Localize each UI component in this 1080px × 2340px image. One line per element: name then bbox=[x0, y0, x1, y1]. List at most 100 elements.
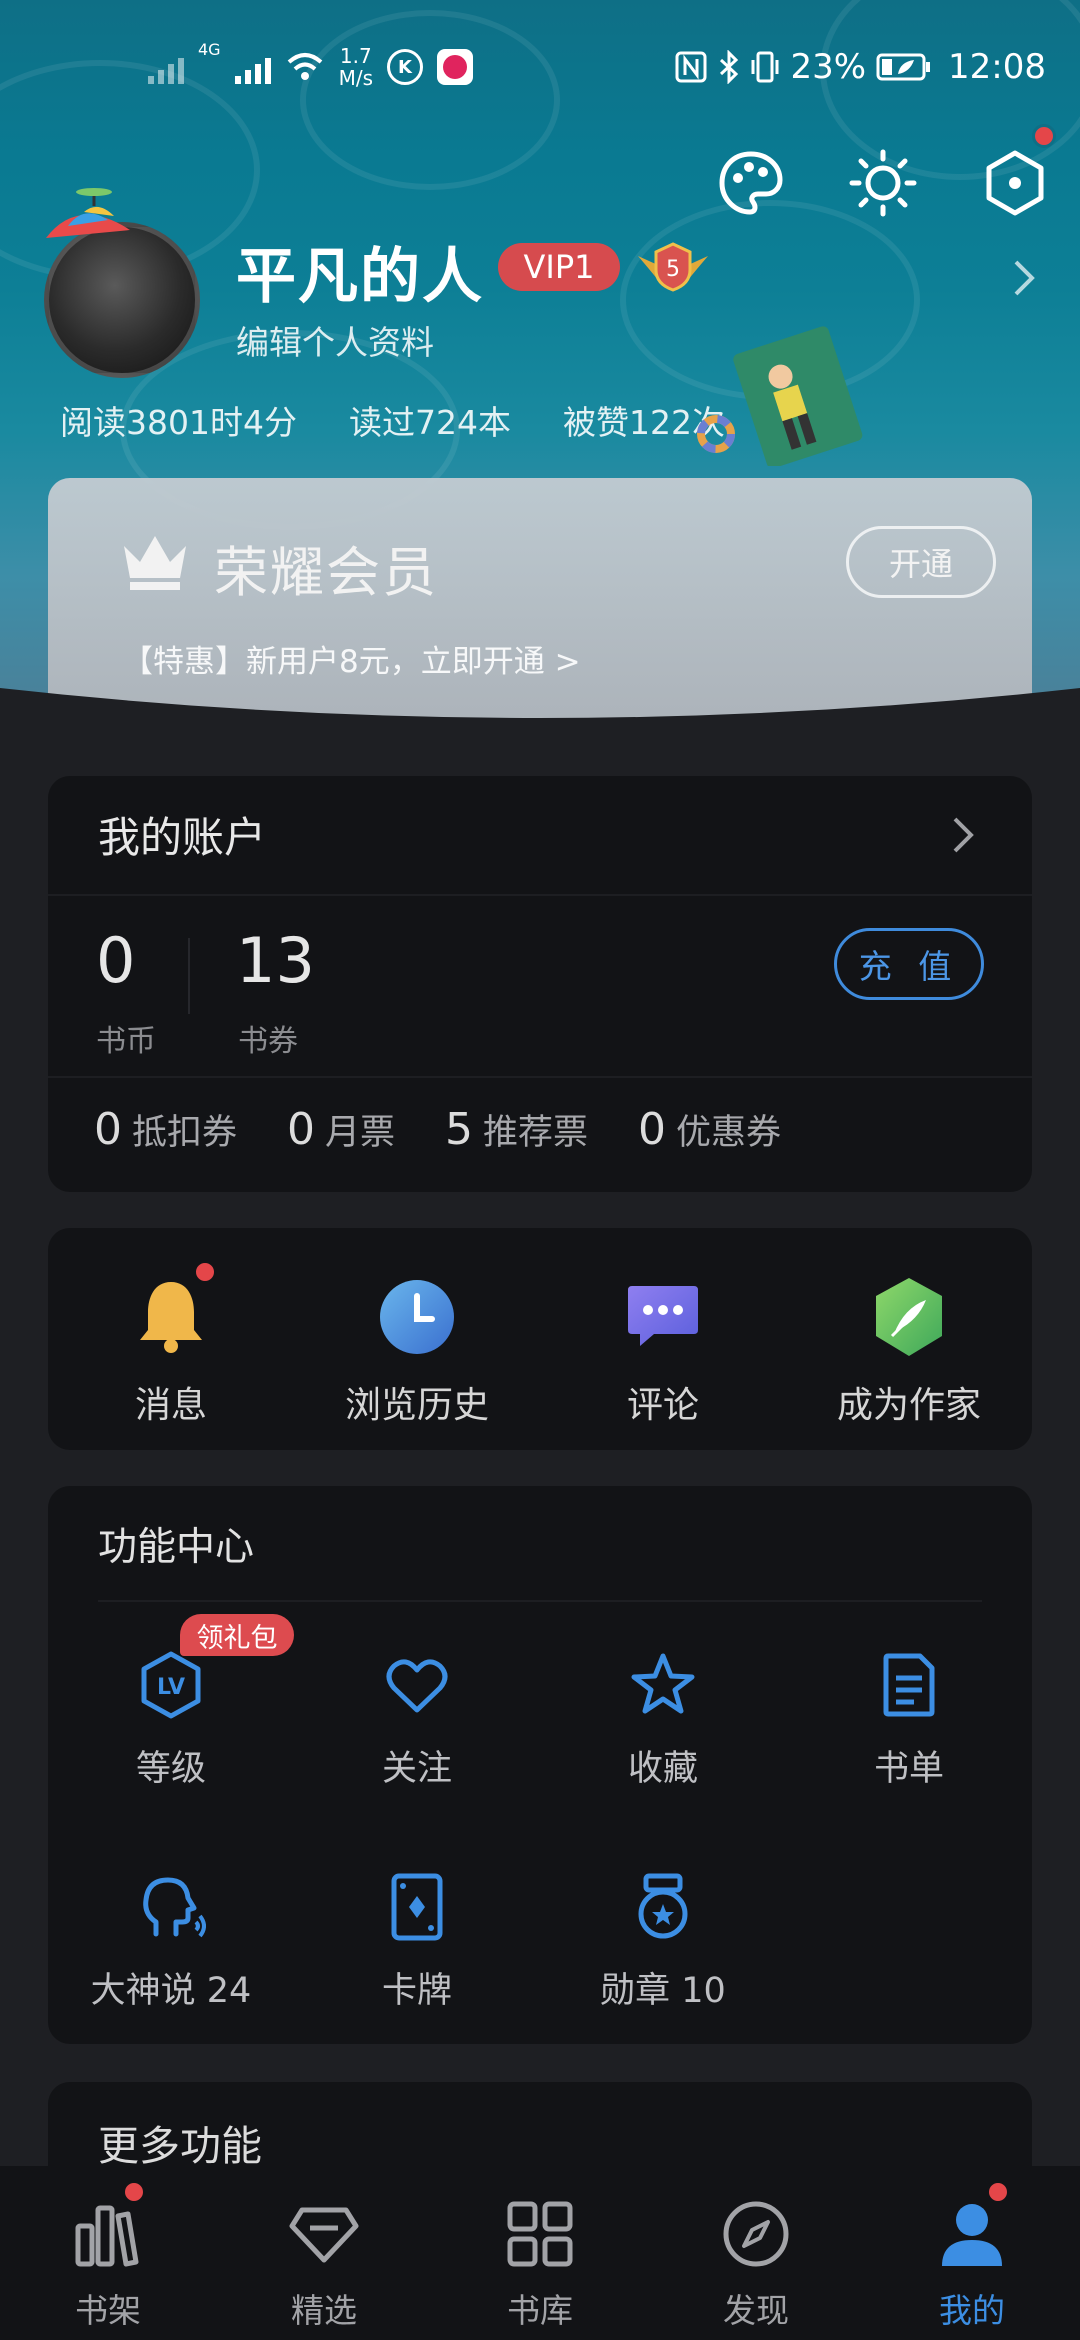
messages-notification-dot bbox=[193, 1260, 217, 1284]
favorites-button[interactable]: 收藏 bbox=[563, 1650, 763, 1791]
tab-featured[interactable]: 精选 bbox=[254, 2196, 394, 2332]
grid-icon bbox=[507, 2201, 573, 2267]
messages-label: 消息 bbox=[134, 1385, 207, 1426]
recommend-ticket-count[interactable]: 5 bbox=[445, 1104, 473, 1155]
book-coin-value[interactable]: 0 bbox=[96, 924, 135, 997]
settings-notification-dot bbox=[1032, 124, 1056, 148]
clock-time: 12:08 bbox=[948, 47, 1046, 87]
diamond-icon bbox=[289, 2207, 359, 2263]
tab-bookshelf-label: 书架 bbox=[75, 2291, 141, 2330]
vip-badge[interactable]: VIP1 bbox=[498, 243, 620, 291]
monthly-ticket-count[interactable]: 0 bbox=[287, 1104, 315, 1155]
cards-button[interactable]: 卡牌 bbox=[317, 1872, 517, 2013]
divider bbox=[48, 1076, 1032, 1078]
level-number: 5 bbox=[666, 257, 680, 282]
book-list-icon bbox=[883, 1653, 935, 1717]
become-writer-button[interactable]: 成为作家 bbox=[809, 1272, 1009, 1428]
star-icon bbox=[631, 1653, 695, 1714]
reading-time-stat: 阅读3801时4分 bbox=[60, 403, 297, 442]
favorites-label: 收藏 bbox=[627, 1749, 698, 1789]
network-type: 4G bbox=[198, 40, 221, 59]
level-icon: LV bbox=[141, 1651, 201, 1719]
level-shield-badge[interactable]: 5 bbox=[636, 240, 710, 294]
chat-bubble-icon bbox=[628, 1286, 698, 1346]
network-speed: 1.7 M/s bbox=[339, 45, 373, 89]
book-voucher-value[interactable]: 13 bbox=[236, 924, 315, 997]
book-list-button[interactable]: 书单 bbox=[809, 1650, 1009, 1791]
chevron-right-icon[interactable] bbox=[952, 816, 974, 854]
mine-notification-dot bbox=[986, 2180, 1010, 2204]
browse-history-label: 浏览历史 bbox=[344, 1385, 489, 1426]
bell-icon bbox=[140, 1282, 202, 1353]
medals-button[interactable]: 勋章 10 bbox=[563, 1872, 763, 2013]
bookshelf-notification-dot bbox=[122, 2180, 146, 2204]
chevron-right-icon[interactable] bbox=[1012, 258, 1036, 298]
follow-button[interactable]: 关注 bbox=[317, 1650, 517, 1791]
username[interactable]: 平凡的人 bbox=[236, 228, 484, 315]
quill-icon bbox=[876, 1278, 942, 1356]
tab-discover-label: 发现 bbox=[723, 2291, 789, 2330]
browse-history-button[interactable]: 浏览历史 bbox=[317, 1272, 517, 1428]
deduction-coupon-count[interactable]: 0 bbox=[94, 1104, 122, 1155]
ticket-summary: 0 抵扣券 0 月票 5 推荐票 0 优惠券 bbox=[94, 1104, 781, 1155]
gift-pack-badge[interactable]: 领礼包 bbox=[180, 1614, 294, 1656]
books-read-stat: 读过724本 bbox=[348, 403, 511, 442]
membership-promo-link[interactable]: 【特惠】新用户8元，立即开通 > bbox=[122, 636, 581, 681]
avatar-propeller-hat-decoration bbox=[46, 188, 130, 238]
become-writer-label: 成为作家 bbox=[836, 1385, 981, 1426]
book-coin-label: 书币 bbox=[96, 1024, 156, 1059]
comments-button[interactable]: 评论 bbox=[563, 1272, 763, 1428]
compass-icon bbox=[723, 2201, 789, 2267]
tab-mine-label: 我的 bbox=[939, 2291, 1005, 2330]
speaking-head-icon bbox=[143, 1877, 206, 1938]
recommend-ticket-label[interactable]: 推荐票 bbox=[483, 1104, 588, 1155]
speed-unit: M/s bbox=[338, 66, 373, 90]
status-bar-left: 4G 1.7 M/s K bbox=[148, 40, 473, 94]
battery-percent: 23% bbox=[790, 47, 867, 87]
great-god-says-label: 大神说 24 bbox=[90, 1971, 252, 2011]
edit-profile-link[interactable]: 编辑个人资料 bbox=[236, 316, 434, 364]
profile-screen: 4G 1.7 M/s K 23% 12:08 平凡的人 VIP1 5 编辑个人资料… bbox=[0, 0, 1080, 2340]
honor-member-title: 荣耀会员 bbox=[214, 541, 438, 604]
app-notification-icon bbox=[437, 49, 473, 85]
comments-label: 评论 bbox=[626, 1385, 699, 1426]
tab-featured-label: 精选 bbox=[291, 2291, 357, 2330]
deduction-coupon-label[interactable]: 抵扣券 bbox=[132, 1104, 237, 1155]
divider bbox=[48, 894, 1032, 896]
bluetooth-icon bbox=[720, 50, 739, 84]
tab-mine[interactable]: 我的 bbox=[902, 2196, 1042, 2332]
tab-discover[interactable]: 发现 bbox=[686, 2196, 826, 2332]
messages-button[interactable]: 消息 bbox=[71, 1272, 271, 1428]
recharge-button[interactable]: 充 值 bbox=[834, 928, 984, 1000]
medal-icon bbox=[638, 1873, 688, 1939]
discount-coupon-count[interactable]: 0 bbox=[638, 1104, 666, 1155]
cards-label: 卡牌 bbox=[381, 1971, 452, 2011]
svg-text:LV: LV bbox=[157, 1675, 185, 1700]
discount-coupon-label[interactable]: 优惠券 bbox=[676, 1104, 781, 1155]
level-label: 等级 bbox=[135, 1749, 206, 1789]
my-account-title[interactable]: 我的账户 bbox=[98, 804, 266, 865]
brightness-sun-icon[interactable] bbox=[848, 148, 918, 218]
header-curve-divider bbox=[0, 688, 1080, 748]
heart-icon bbox=[386, 1659, 448, 1713]
speed-value: 1.7 bbox=[339, 44, 372, 68]
tab-library[interactable]: 书库 bbox=[470, 2196, 610, 2332]
book-voucher-label: 书券 bbox=[238, 1024, 298, 1059]
open-membership-button[interactable]: 开通 bbox=[846, 526, 996, 598]
level-button[interactable]: LV 等级 bbox=[71, 1650, 271, 1791]
settings-hexagon-icon[interactable] bbox=[980, 148, 1050, 218]
reading-stats: 阅读3801时4分 读过724本 被赞122次 bbox=[60, 396, 725, 444]
monthly-ticket-label[interactable]: 月票 bbox=[325, 1104, 395, 1155]
divider bbox=[188, 938, 190, 1014]
battery-icon bbox=[876, 53, 931, 81]
float-ring-decoration bbox=[697, 415, 735, 453]
tab-bookshelf[interactable]: 书架 bbox=[38, 2196, 178, 2332]
status-bar-right: 23% 12:08 bbox=[674, 40, 1046, 94]
signal-strength-icon bbox=[234, 50, 271, 84]
theme-palette-icon[interactable] bbox=[716, 148, 786, 218]
card-icon bbox=[391, 1873, 443, 1941]
great-god-says-button[interactable]: 大神说 24 bbox=[71, 1872, 271, 2013]
divider bbox=[98, 1600, 982, 1602]
function-center-title: 功能中心 bbox=[98, 1525, 255, 1570]
nfc-icon bbox=[675, 51, 707, 83]
